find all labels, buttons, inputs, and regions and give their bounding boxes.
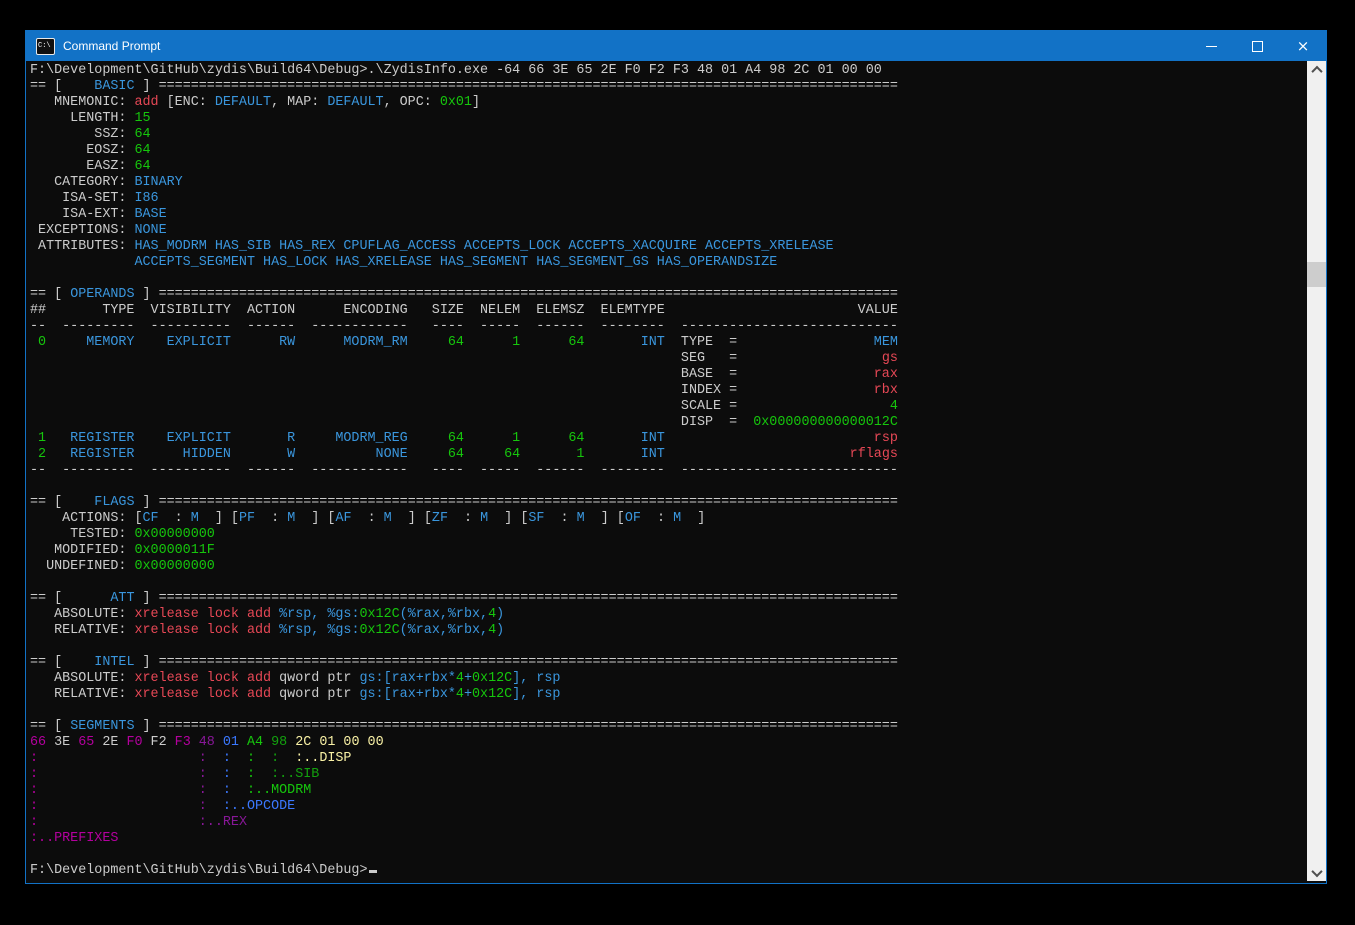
terminal-line: CATEGORY: BINARY (30, 175, 898, 191)
terminal-line: : : : :..MODRM (30, 783, 898, 799)
terminal-line: RELATIVE: xrelease lock add %rsp, %gs:0x… (30, 623, 898, 639)
terminal-line (30, 271, 898, 287)
terminal-line: : : : : :..SIB (30, 767, 898, 783)
terminal-line: SEG = gs (30, 351, 898, 367)
terminal-line: UNDEFINED: 0x00000000 (30, 559, 898, 575)
terminal-line: ABSOLUTE: xrelease lock add qword ptr gs… (30, 671, 898, 687)
minimize-button[interactable] (1188, 31, 1234, 61)
terminal-line: : : : : : :..DISP (30, 751, 898, 767)
minimize-icon (1206, 46, 1217, 47)
terminal-line: == [ FLAGS ] ===========================… (30, 495, 898, 511)
terminal-line: EXCEPTIONS: NONE (30, 223, 898, 239)
terminal-line: ISA-SET: I86 (30, 191, 898, 207)
terminal-line: == [ ATT ] =============================… (30, 591, 898, 607)
terminal-line: -- --------- ---------- ------ ---------… (30, 319, 898, 335)
scroll-up-button[interactable] (1307, 61, 1326, 78)
terminal-line: BASE = rax (30, 367, 898, 383)
terminal-line (30, 847, 898, 863)
terminal-line: LENGTH: 15 (30, 111, 898, 127)
terminal-line (30, 639, 898, 655)
terminal-line: SSZ: 64 (30, 127, 898, 143)
terminal-line: :..PREFIXES (30, 831, 898, 847)
terminal-line: EASZ: 64 (30, 159, 898, 175)
maximize-icon (1252, 41, 1263, 52)
terminal-line: SCALE = 4 (30, 399, 898, 415)
terminal-line (30, 575, 898, 591)
window-title: Command Prompt (63, 39, 160, 53)
terminal-line: TESTED: 0x00000000 (30, 527, 898, 543)
maximize-button[interactable] (1234, 31, 1280, 61)
terminal-line: : :..REX (30, 815, 898, 831)
terminal-line: 1 REGISTER EXPLICIT R MODRM_REG 64 1 64 … (30, 431, 898, 447)
terminal-line: ABSOLUTE: xrelease lock add %rsp, %gs:0x… (30, 607, 898, 623)
cmd-icon: C:\ (36, 38, 55, 55)
window-controls: × (1188, 31, 1326, 61)
close-icon: × (1297, 39, 1310, 54)
terminal-line: MNEMONIC: add [ENC: DEFAULT, MAP: DEFAUL… (30, 95, 898, 111)
scrollbar-thumb[interactable] (1307, 262, 1326, 287)
terminal-line: ISA-EXT: BASE (30, 207, 898, 223)
command-prompt-window: C:\ Command Prompt × F:\Development\GitH… (25, 30, 1327, 884)
titlebar[interactable]: C:\ Command Prompt × (26, 31, 1326, 61)
terminal-line: == [ OPERANDS ] ========================… (30, 287, 898, 303)
terminal-line: DISP = 0x000000000000012C (30, 415, 898, 431)
chevron-down-icon (1311, 865, 1322, 876)
terminal-line: : : :..OPCODE (30, 799, 898, 815)
terminal-line: MODIFIED: 0x0000011F (30, 543, 898, 559)
chevron-up-icon (1311, 65, 1322, 76)
terminal-line (30, 479, 898, 495)
terminal-line (30, 703, 898, 719)
terminal-line: == [ INTEL ] ===========================… (30, 655, 898, 671)
text-cursor (369, 870, 377, 873)
terminal-line: RELATIVE: xrelease lock add qword ptr gs… (30, 687, 898, 703)
cmd-icon-text: C:\ (37, 43, 51, 50)
console-viewport[interactable]: F:\Development\GitHub\zydis\Build64\Debu… (26, 61, 1324, 881)
terminal-line: == [ SEGMENTS ] ========================… (30, 719, 898, 735)
desktop-background: C:\ Command Prompt × F:\Development\GitH… (0, 0, 1355, 925)
terminal-line: INDEX = rbx (30, 383, 898, 399)
terminal-line: == [ BASIC ] ===========================… (30, 79, 898, 95)
scrollbar[interactable] (1307, 61, 1326, 881)
terminal-line: 66 3E 65 2E F0 F2 F3 48 01 A4 98 2C 01 0… (30, 735, 898, 751)
terminal-line: -- --------- ---------- ------ ---------… (30, 463, 898, 479)
terminal-line: ACCEPTS_SEGMENT HAS_LOCK HAS_XRELEASE HA… (30, 255, 898, 271)
terminal-line: F:\Development\GitHub\zydis\Build64\Debu… (30, 63, 898, 79)
terminal-line: ## TYPE VISIBILITY ACTION ENCODING SIZE … (30, 303, 898, 319)
terminal-line: F:\Development\GitHub\zydis\Build64\Debu… (30, 863, 898, 879)
terminal-output: F:\Development\GitHub\zydis\Build64\Debu… (30, 63, 898, 879)
terminal-line: ACTIONS: [CF : M ] [PF : M ] [AF : M ] [… (30, 511, 898, 527)
terminal-line: 2 REGISTER HIDDEN W NONE 64 64 1 INT rfl… (30, 447, 898, 463)
terminal-line: EOSZ: 64 (30, 143, 898, 159)
terminal-line: ATTRIBUTES: HAS_MODRM HAS_SIB HAS_REX CP… (30, 239, 898, 255)
close-button[interactable]: × (1280, 31, 1326, 61)
scroll-down-button[interactable] (1307, 864, 1326, 881)
terminal-line: 0 MEMORY EXPLICIT RW MODRM_RM 64 1 64 IN… (30, 335, 898, 351)
